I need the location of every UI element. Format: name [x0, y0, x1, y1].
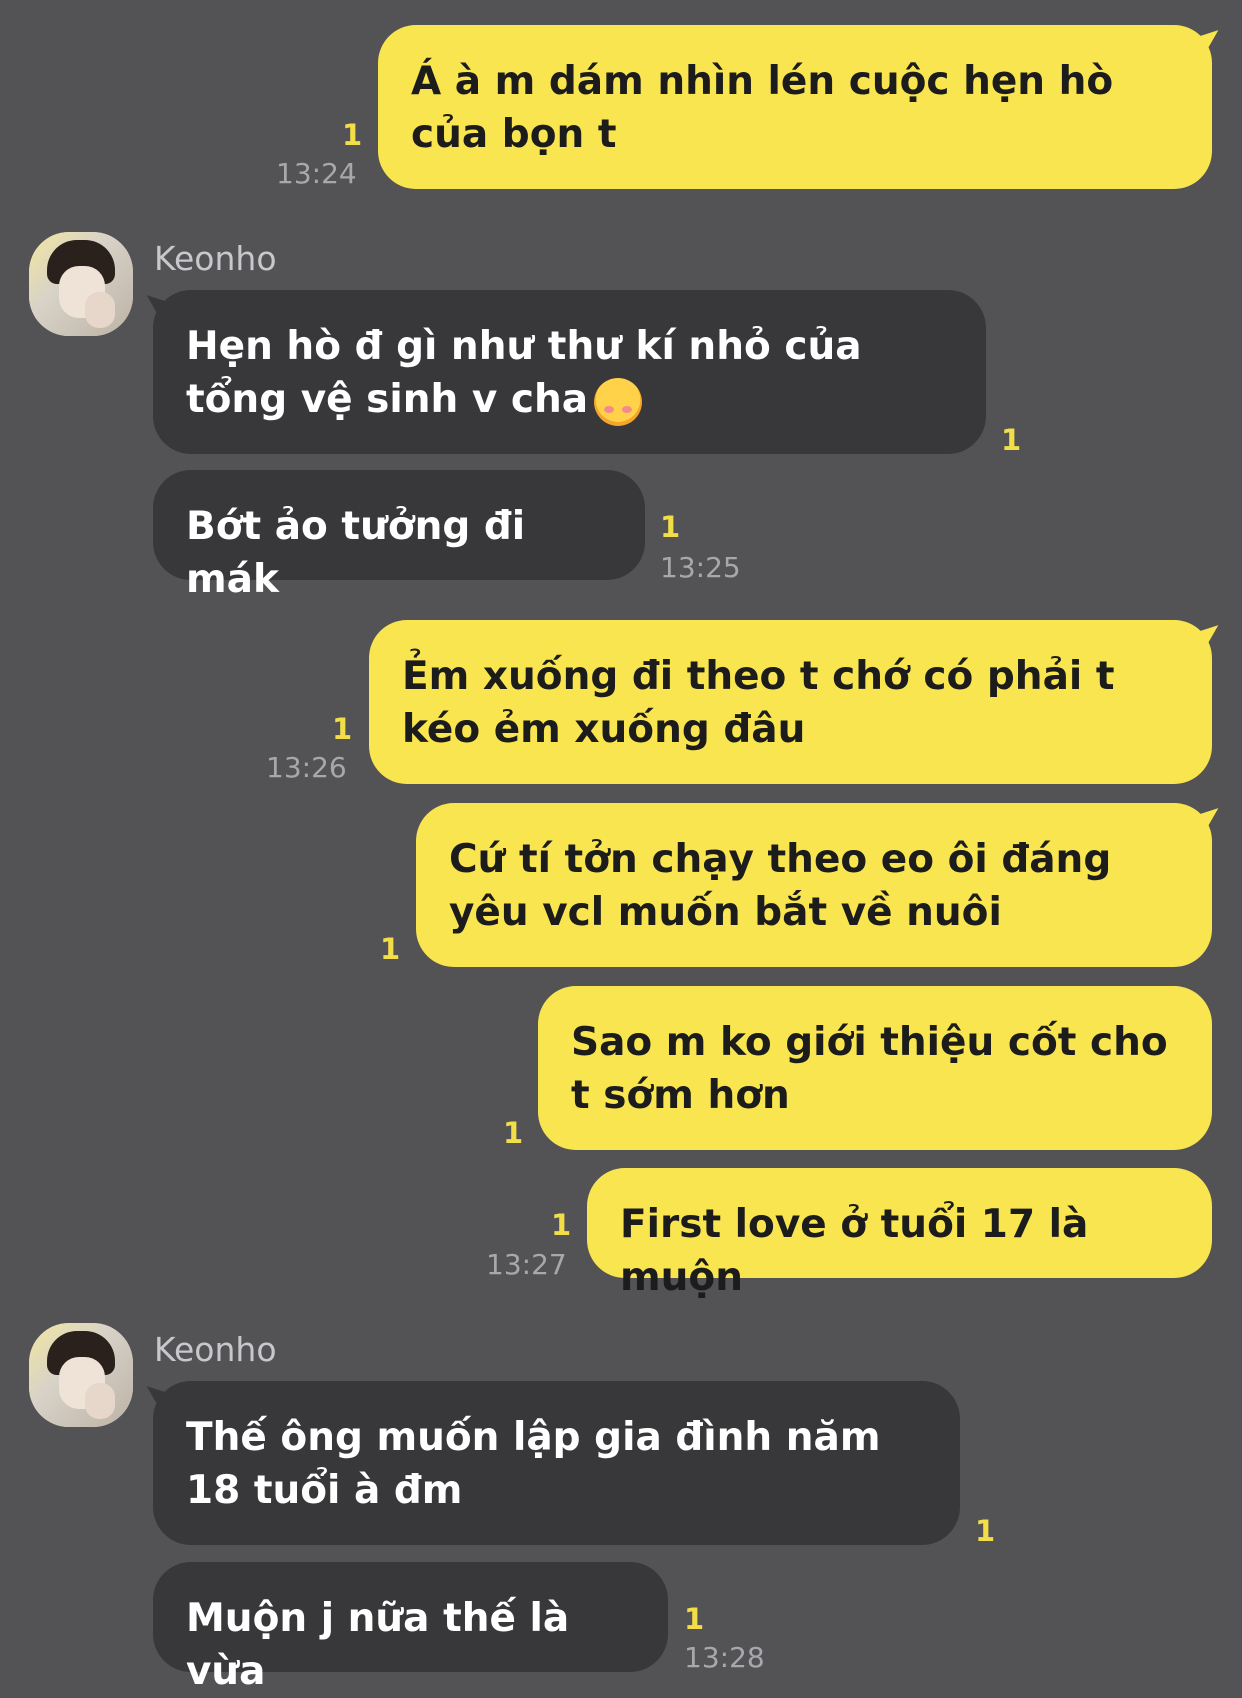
message-text: Bớt ảo tưởng đi mák	[186, 504, 526, 602]
message-timestamp: 13:28	[684, 1641, 765, 1674]
message-text: Muộn j nữa thế là vừa	[186, 1596, 570, 1694]
incoming-message-bubble[interactable]: Thế ông muốn lập gia đình năm 18 tuổi à …	[153, 1381, 960, 1545]
unread-count: 1	[342, 118, 363, 152]
message-timestamp: 13:25	[660, 551, 741, 584]
incoming-message-bubble[interactable]: Bớt ảo tưởng đi mák	[153, 470, 645, 602]
message-text: Sao m ko giới thiệu cốt cho t sớm hơn	[571, 1020, 1168, 1118]
incoming-message-bubble[interactable]: Hẹn hò đ gì như thư kí nhỏ của tổng vệ s…	[153, 290, 986, 454]
unread-count: 1	[684, 1602, 705, 1636]
chat-thread[interactable]: Á à m dám nhìn lén cuộc hẹn hò của bọn t…	[0, 0, 1242, 1694]
unread-count: 1	[1001, 423, 1022, 457]
message-timestamp: 13:26	[266, 751, 347, 784]
outgoing-message-bubble[interactable]: Ẻm xuống đi theo t chớ có phải t kéo ẻm …	[369, 620, 1212, 784]
sender-avatar[interactable]	[29, 1323, 133, 1427]
unread-count: 1	[660, 510, 681, 544]
unread-count: 1	[332, 712, 353, 746]
message-text: First love ở tuổi 17 là muộn	[620, 1202, 1089, 1300]
message-text: Ẻm xuống đi theo t chớ có phải t kéo ẻm …	[402, 654, 1115, 752]
sender-name: Keonho	[154, 239, 277, 278]
message-text: Cứ tí tởn chạy theo eo ôi đáng yêu vcl m…	[449, 837, 1112, 935]
sender-avatar[interactable]	[29, 232, 133, 336]
unread-count: 1	[975, 1514, 996, 1548]
outgoing-message-bubble[interactable]: Sao m ko giới thiệu cốt cho t sớm hơn	[538, 986, 1212, 1150]
message-text: Hẹn hò đ gì như thư kí nhỏ của tổng vệ s…	[186, 324, 862, 422]
message-timestamp: 13:24	[276, 157, 357, 190]
message-text: Á à m dám nhìn lén cuộc hẹn hò của bọn t	[411, 59, 1114, 157]
incoming-message-bubble[interactable]: Muộn j nữa thế là vừa	[153, 1562, 668, 1694]
outgoing-message-bubble[interactable]: Á à m dám nhìn lén cuộc hẹn hò của bọn t	[378, 25, 1212, 189]
message-text: Thế ông muốn lập gia đình năm 18 tuổi à …	[186, 1415, 881, 1513]
message-timestamp: 13:27	[486, 1248, 567, 1281]
outgoing-message-bubble[interactable]: Cứ tí tởn chạy theo eo ôi đáng yêu vcl m…	[416, 803, 1212, 967]
unread-count: 1	[503, 1116, 524, 1150]
unread-count: 1	[551, 1208, 572, 1242]
unread-count: 1	[380, 932, 401, 966]
sender-name: Keonho	[154, 1330, 277, 1369]
outgoing-message-bubble[interactable]: First love ở tuổi 17 là muộn	[587, 1168, 1212, 1300]
smiling-face-with-hearts-icon	[594, 377, 643, 426]
